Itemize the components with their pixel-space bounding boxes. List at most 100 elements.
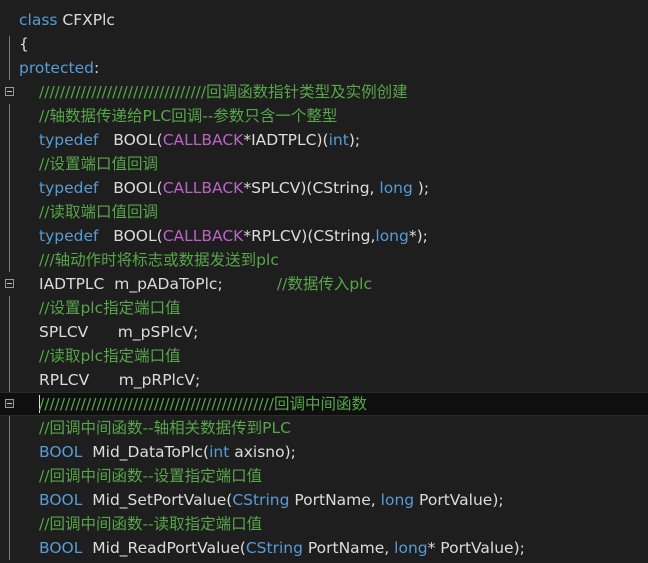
code-text: //读取端口值回调	[39, 200, 158, 224]
code-token: CALLBACK	[162, 227, 244, 245]
code-token: //轴数据传递给PLC回调--参数只含一个整型	[39, 107, 338, 125]
code-text: {	[19, 32, 29, 56]
code-line-14[interactable]: SPLCV m_pSPlcV;	[0, 320, 648, 344]
fold-guide-line	[9, 368, 10, 392]
code-text: class CFXPlc	[19, 8, 115, 32]
code-token: protected	[19, 59, 94, 77]
fold-guide-line	[9, 464, 10, 488]
code-token: BOOL	[39, 491, 83, 509]
code-text: typedef BOOL(CALLBACK*SPLCV)(CString, lo…	[39, 176, 429, 200]
code-token: Mid_SetPortValue(	[82, 491, 233, 509]
code-text: //回调中间函数--设置指定端口值	[39, 464, 262, 488]
code-token: typedef	[39, 131, 99, 149]
code-token: *RPLCV)(CString,	[243, 227, 376, 245]
code-text: typedef BOOL(CALLBACK*IADTPLC)(int);	[39, 128, 360, 152]
code-token: //读取plc指定端口值	[39, 347, 181, 365]
fold-guide-line	[9, 296, 10, 320]
code-token: CALLBACK	[162, 179, 244, 197]
code-text: //回调中间函数--轴相关数据传到PLC	[39, 416, 291, 440]
fold-guide-line	[9, 536, 10, 560]
code-token: PortName,	[289, 491, 381, 509]
code-token: //回调中间函数--设置指定端口值	[39, 467, 263, 485]
code-text: //设置端口值回调	[39, 152, 158, 176]
fold-guide-line	[9, 224, 10, 248]
code-line-23[interactable]: BOOL Mid_ReadPortValue(CString PortName,…	[0, 536, 648, 560]
code-token: //数据传入plc	[276, 275, 372, 293]
code-token: CString	[245, 539, 303, 557]
code-token: * PortValue);	[427, 539, 525, 557]
code-editor[interactable]: class CFXPlc { protected: /////////////////…	[0, 0, 648, 563]
code-token: CString	[232, 491, 290, 509]
code-line-3[interactable]: protected:	[0, 56, 648, 80]
code-token: );	[412, 179, 430, 197]
fold-guide-line	[9, 36, 10, 56]
code-token: :	[93, 59, 100, 77]
code-line-6[interactable]: typedef BOOL(CALLBACK*IADTPLC)(int);	[0, 128, 648, 152]
code-line-8[interactable]: typedef BOOL(CALLBACK*SPLCV)(CString, lo…	[0, 176, 648, 200]
code-line-9[interactable]: //读取端口值回调	[0, 200, 648, 224]
code-token: ////////////////////////////////回调函数指针类型…	[39, 83, 408, 101]
code-token: RPLCV m_pRPlcV;	[39, 371, 201, 389]
code-token: class	[19, 11, 58, 29]
code-line-7[interactable]: //设置端口值回调	[0, 152, 648, 176]
code-text: ///轴动作时将标志或数据发送到plc	[39, 248, 279, 272]
code-line-11[interactable]: ///轴动作时将标志或数据发送到plc	[0, 248, 648, 272]
code-line-10[interactable]: typedef BOOL(CALLBACK*RPLCV)(CString,lon…	[0, 224, 648, 248]
fold-guide-line	[9, 176, 10, 200]
code-token: *);	[408, 227, 428, 245]
fold-guide-line	[9, 104, 10, 128]
fold-guide-line	[9, 320, 10, 344]
fold-guide-line	[9, 416, 10, 440]
code-text: BOOL Mid_DataToPlc(int axisno);	[39, 440, 296, 464]
code-token: CFXPlc	[57, 11, 115, 29]
code-line-20[interactable]: //回调中间函数--设置指定端口值	[0, 464, 648, 488]
code-line-19[interactable]: BOOL Mid_DataToPlc(int axisno);	[0, 440, 648, 464]
code-token: BOOL(	[98, 227, 163, 245]
fold-guide-line	[9, 128, 10, 152]
code-line-17[interactable]: ////////////////////////////////////////…	[0, 392, 648, 416]
code-token: BOOL	[39, 443, 83, 461]
code-line-22[interactable]: //回调中间函数--读取指定端口值	[0, 512, 648, 536]
fold-guide-line	[9, 512, 10, 536]
code-token: {	[19, 35, 29, 53]
code-line-15[interactable]: //读取plc指定端口值	[0, 344, 648, 368]
code-token: IADTPLC m_pADaToPlc;	[39, 275, 277, 293]
fold-collapse-icon[interactable]	[5, 87, 14, 96]
code-line-4[interactable]: ////////////////////////////////回调函数指针类型…	[0, 80, 648, 104]
fold-guide-line	[9, 488, 10, 512]
code-line-2[interactable]: {	[0, 32, 648, 56]
fold-guide-line	[9, 344, 10, 368]
fold-collapse-icon[interactable]	[5, 399, 14, 408]
fold-guide-line	[9, 56, 10, 80]
code-line-18[interactable]: //回调中间函数--轴相关数据传到PLC	[0, 416, 648, 440]
code-token: //设置端口值回调	[39, 155, 158, 173]
code-token: CALLBACK	[162, 131, 244, 149]
code-line-1[interactable]: class CFXPlc	[0, 8, 648, 32]
code-token: PortName,	[302, 539, 395, 557]
code-line-16[interactable]: RPLCV m_pRPlcV;	[0, 368, 648, 392]
code-line-12[interactable]: IADTPLC m_pADaToPlc; //数据传入plc	[0, 272, 648, 296]
code-text: //读取plc指定端口值	[39, 344, 181, 368]
code-token: BOOL	[39, 539, 83, 557]
code-token: axisno);	[229, 443, 296, 461]
code-text: IADTPLC m_pADaToPlc; //数据传入plc	[39, 272, 372, 296]
code-token: ////////////////////////////////////////…	[39, 395, 367, 413]
code-token: typedef	[39, 227, 99, 245]
fold-collapse-icon[interactable]	[5, 279, 14, 288]
code-text: typedef BOOL(CALLBACK*RPLCV)(CString,lon…	[39, 224, 428, 248]
code-token: //回调中间函数--读取指定端口值	[39, 515, 263, 533]
code-token: long	[379, 179, 413, 197]
code-text: //轴数据传递给PLC回调--参数只含一个整型	[39, 104, 337, 128]
code-line-21[interactable]: BOOL Mid_SetPortValue(CString PortName, …	[0, 488, 648, 512]
code-token: BOOL(	[98, 131, 163, 149]
code-line-13[interactable]: //设置plc指定端口值	[0, 296, 648, 320]
fold-guide-line	[9, 248, 10, 272]
code-token: PortValue);	[414, 491, 504, 509]
code-token: *SPLCV)(CString,	[243, 179, 380, 197]
code-text: RPLCV m_pRPlcV;	[39, 368, 200, 392]
code-token: BOOL(	[98, 179, 163, 197]
code-line-5[interactable]: //轴数据传递给PLC回调--参数只含一个整型	[0, 104, 648, 128]
code-token: int	[209, 443, 230, 461]
fold-guide-line	[9, 440, 10, 464]
code-token: Mid_ReadPortValue(	[82, 539, 246, 557]
